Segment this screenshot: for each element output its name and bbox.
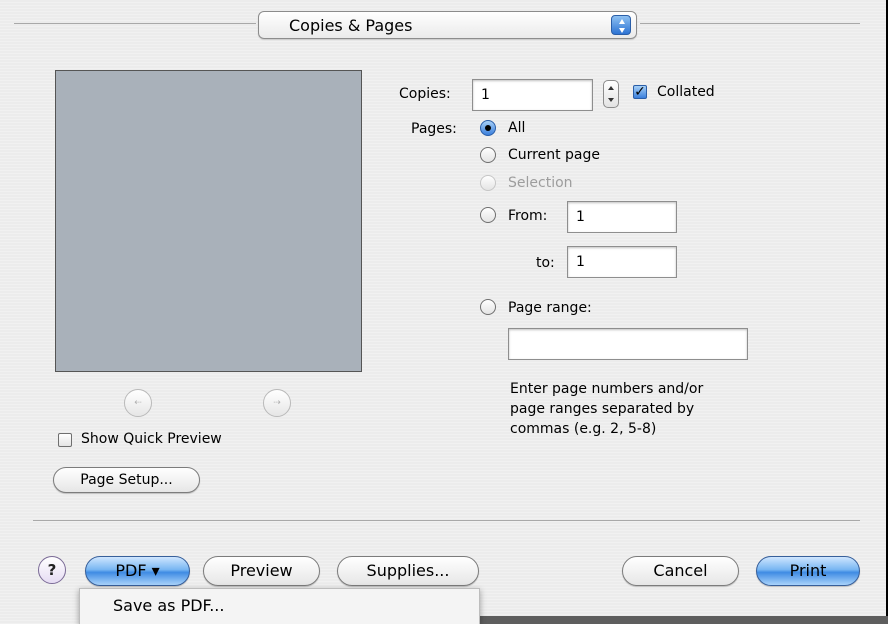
pages-page-range-radio[interactable] bbox=[480, 299, 496, 315]
to-page-field[interactable]: 1 bbox=[567, 246, 677, 278]
pdf-menu-button[interactable]: PDF ▾ bbox=[85, 556, 190, 586]
page-range-hint: Enter page numbers and/or page ranges se… bbox=[510, 379, 770, 439]
pages-from-label: From: bbox=[508, 208, 548, 224]
pages-label: Pages: bbox=[411, 121, 457, 137]
hint-line: Enter page numbers and/or bbox=[510, 381, 704, 397]
pages-current-page-radio[interactable] bbox=[480, 147, 496, 163]
from-page-field[interactable]: 1 bbox=[567, 201, 677, 233]
show-quick-preview-checkbox[interactable] bbox=[58, 433, 72, 447]
supplies-button[interactable]: Supplies... bbox=[337, 556, 479, 586]
help-button[interactable]: ? bbox=[38, 556, 66, 584]
pages-to-label: to: bbox=[536, 255, 555, 271]
pdf-dropdown-menu: Save as PDF... bbox=[79, 588, 480, 624]
pages-from-radio[interactable] bbox=[480, 207, 496, 223]
background-window-strip bbox=[480, 616, 888, 624]
previous-page-arrow-icon[interactable]: ⇠ bbox=[124, 389, 152, 417]
page-range-field[interactable] bbox=[508, 328, 748, 360]
page-preview-area bbox=[55, 70, 362, 372]
copies-stepper[interactable] bbox=[603, 80, 619, 108]
hint-line: commas (e.g. 2, 5-8) bbox=[510, 421, 657, 437]
cancel-button[interactable]: Cancel bbox=[622, 556, 739, 586]
popup-up-down-arrows-icon bbox=[611, 15, 631, 35]
page-setup-button[interactable]: Page Setup... bbox=[53, 467, 200, 493]
footer-divider bbox=[33, 520, 860, 521]
hint-line: page ranges separated by bbox=[510, 401, 695, 417]
copies-label: Copies: bbox=[399, 86, 451, 102]
collated-label: Collated bbox=[657, 84, 715, 100]
section-popup-button[interactable]: Copies & Pages bbox=[258, 11, 637, 39]
pages-current-page-label: Current page bbox=[508, 147, 600, 163]
header-divider-left bbox=[14, 23, 256, 24]
save-as-pdf-menu-item[interactable]: Save as PDF... bbox=[113, 596, 224, 615]
show-quick-preview-label: Show Quick Preview bbox=[81, 431, 222, 447]
collated-checkbox[interactable]: ✓ bbox=[633, 85, 647, 99]
preview-button[interactable]: Preview bbox=[203, 556, 320, 586]
print-dialog: Copies & Pages ⇠ ⇢ Show Quick Preview Pa… bbox=[0, 0, 888, 624]
pages-all-radio[interactable] bbox=[480, 120, 496, 136]
pages-selection-label: Selection bbox=[508, 175, 573, 191]
next-page-arrow-icon[interactable]: ⇢ bbox=[263, 389, 291, 417]
pages-selection-radio bbox=[480, 175, 496, 191]
section-popup-label: Copies & Pages bbox=[289, 16, 413, 35]
pages-all-label: All bbox=[508, 120, 526, 136]
print-button[interactable]: Print bbox=[756, 556, 860, 586]
pages-page-range-label: Page range: bbox=[508, 300, 592, 316]
copies-field[interactable]: 1 bbox=[472, 79, 593, 111]
header-divider-right bbox=[640, 23, 860, 24]
